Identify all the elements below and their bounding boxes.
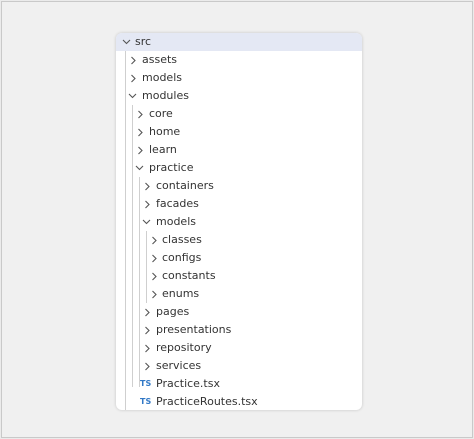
tree-item-label: learn bbox=[149, 143, 177, 156]
chevron-down-icon bbox=[121, 33, 131, 51]
chevron-right-icon bbox=[149, 267, 159, 285]
tree-item-models[interactable]: models bbox=[116, 69, 362, 87]
tree-item-label: src bbox=[135, 35, 152, 48]
chevron-right-icon bbox=[135, 105, 145, 123]
screenshot-frame: src assets models modules core home lear… bbox=[1, 1, 473, 438]
tree-item-label: configs bbox=[162, 251, 202, 264]
tree-item-label: presentations bbox=[156, 323, 232, 336]
tree-item-constants[interactable]: constants bbox=[116, 267, 362, 285]
chevron-right-icon bbox=[135, 123, 145, 141]
tree-item-classes[interactable]: classes bbox=[116, 231, 362, 249]
chevron-right-icon bbox=[142, 195, 152, 213]
tree-item-label: practice bbox=[149, 161, 194, 174]
tree-item-containers[interactable]: containers bbox=[116, 177, 362, 195]
tree-item-core[interactable]: core bbox=[116, 105, 362, 123]
tree-item-services[interactable]: services bbox=[116, 357, 362, 375]
tree-item-label: repository bbox=[156, 341, 212, 354]
tree-item-practice-routes-tsx[interactable]: TS PracticeRoutes.tsx bbox=[116, 393, 362, 410]
tree-item-label: facades bbox=[156, 197, 199, 210]
tree-item-label: home bbox=[149, 125, 181, 138]
tree-item-label: Practice.tsx bbox=[156, 377, 220, 390]
chevron-right-icon bbox=[142, 321, 152, 339]
tree-item-configs[interactable]: configs bbox=[116, 249, 362, 267]
tree-item-label: models bbox=[142, 71, 182, 84]
tree-item-presentations[interactable]: presentations bbox=[116, 321, 362, 339]
tree-item-label: modules bbox=[142, 89, 189, 102]
chevron-right-icon bbox=[142, 177, 152, 195]
tree-item-learn[interactable]: learn bbox=[116, 141, 362, 159]
chevron-right-icon bbox=[135, 141, 145, 159]
tree-item-assets[interactable]: assets bbox=[116, 51, 362, 69]
tree-item-label: PracticeRoutes.tsx bbox=[156, 395, 258, 408]
chevron-right-icon bbox=[128, 51, 138, 69]
chevron-right-icon bbox=[142, 303, 152, 321]
tree-item-label: core bbox=[149, 107, 173, 120]
tree-item-src[interactable]: src bbox=[116, 33, 362, 51]
chevron-down-icon bbox=[141, 213, 151, 231]
tree-item-label: constants bbox=[162, 269, 216, 282]
tree-item-label: containers bbox=[156, 179, 214, 192]
file-explorer-tree: src assets models modules core home lear… bbox=[116, 33, 362, 410]
tree-item-modules[interactable]: modules bbox=[116, 87, 362, 105]
chevron-right-icon bbox=[142, 357, 152, 375]
chevron-right-icon bbox=[142, 339, 152, 357]
tree-item-label: classes bbox=[162, 233, 202, 246]
tree-item-label: assets bbox=[142, 53, 178, 66]
tree-item-label: models bbox=[156, 215, 196, 228]
chevron-down-icon bbox=[134, 159, 144, 177]
tree-item-home[interactable]: home bbox=[116, 123, 362, 141]
tree-item-practice[interactable]: practice bbox=[116, 159, 362, 177]
tree-item-facades[interactable]: facades bbox=[116, 195, 362, 213]
typescript-file-icon: TS bbox=[140, 379, 152, 388]
typescript-file-icon: TS bbox=[140, 397, 152, 406]
chevron-right-icon bbox=[149, 249, 159, 267]
chevron-right-icon bbox=[149, 285, 159, 303]
tree-item-label: services bbox=[156, 359, 202, 372]
tree-item-pages[interactable]: pages bbox=[116, 303, 362, 321]
tree-item-label: pages bbox=[156, 305, 190, 318]
chevron-down-icon bbox=[127, 87, 137, 105]
chevron-right-icon bbox=[128, 69, 138, 87]
tree-item-repository[interactable]: repository bbox=[116, 339, 362, 357]
chevron-right-icon bbox=[149, 231, 159, 249]
tree-item-practice-tsx[interactable]: TS Practice.tsx bbox=[116, 375, 362, 393]
tree-item-practice-models[interactable]: models bbox=[116, 213, 362, 231]
tree-item-label: enums bbox=[162, 287, 200, 300]
tree-item-enums[interactable]: enums bbox=[116, 285, 362, 303]
